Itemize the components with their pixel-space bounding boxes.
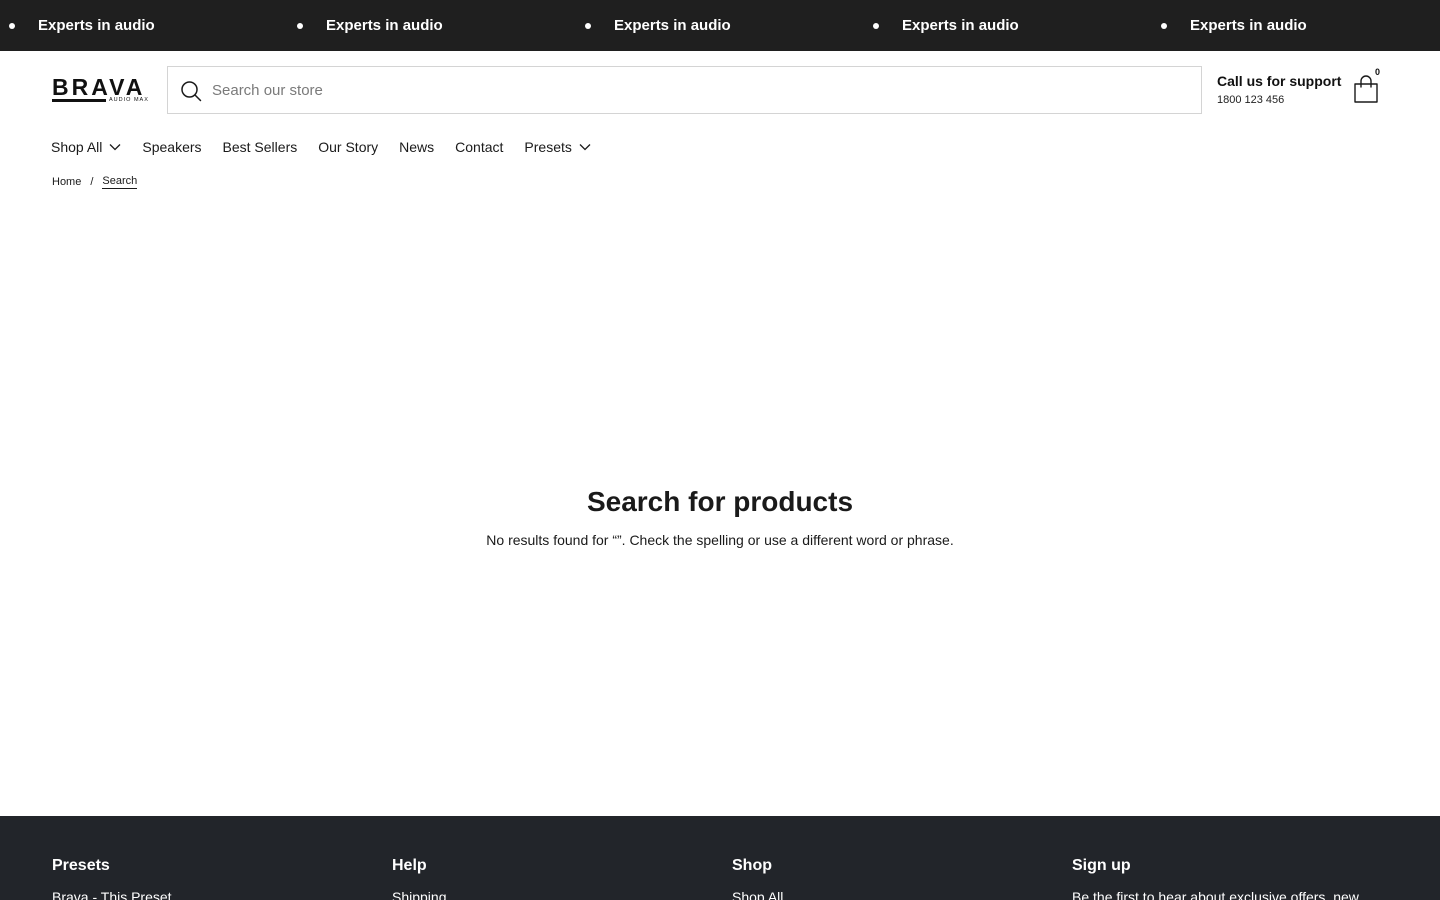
support-contact: Call us for support 1800 123 456 — [1217, 72, 1342, 108]
bullet-icon — [1161, 22, 1167, 29]
nav-item-label: Our Story — [318, 139, 379, 155]
nav-item-news[interactable]: News — [399, 139, 434, 155]
nav-item-label: Shop All — [51, 139, 103, 155]
footer-link[interactable]: Shipping — [392, 888, 712, 900]
nav-item-speakers[interactable]: Speakers — [142, 139, 201, 155]
chevron-down-icon — [109, 144, 121, 151]
announcement-item: Experts in audio — [873, 0, 1019, 51]
footer-link[interactable]: Brava - This Preset — [52, 888, 372, 900]
footer-link[interactable]: Shop All — [732, 888, 1052, 900]
announcement-text: Experts in audio — [1190, 17, 1307, 34]
footer-column-title: Presets — [52, 857, 110, 874]
page-title: Search for products — [586, 486, 854, 517]
breadcrumb-home-link[interactable]: Home — [52, 176, 81, 188]
nav-item-label: Contact — [455, 139, 504, 155]
footer-column-title: Sign up — [1072, 857, 1131, 874]
site-footer: Presets Brava - This Preset Help Shippin… — [0, 816, 1440, 900]
bullet-icon — [297, 22, 303, 29]
nav-item-presets[interactable]: Presets — [524, 139, 591, 155]
breadcrumb-separator: / — [90, 176, 94, 188]
search-input[interactable] — [212, 67, 1192, 113]
search-bar — [167, 66, 1202, 114]
brand-logo[interactable]: BRAVA AUDIO MAX — [52, 75, 152, 103]
logo-underline — [52, 99, 106, 102]
nav-item-contact[interactable]: Contact — [455, 139, 503, 155]
logo-wordmark: BRAVA — [52, 74, 146, 100]
logo-subtitle: AUDIO MAX — [109, 97, 149, 103]
footer-column-shop: Shop Shop All — [732, 856, 1052, 900]
nav-item-our-story[interactable]: Our Story — [318, 139, 378, 155]
nav-item-shop-all[interactable]: Shop All — [51, 139, 121, 155]
nav-item-best-sellers[interactable]: Best Sellers — [223, 139, 298, 155]
announcement-bar: Experts in audio Experts in audio Expert… — [0, 0, 1440, 51]
announcement-text: Experts in audio — [38, 17, 155, 34]
cart-count-badge: 0 — [1369, 63, 1386, 80]
nav-item-label: News — [399, 139, 435, 155]
bullet-icon — [873, 22, 879, 29]
announcement-text: Experts in audio — [614, 17, 731, 34]
support-title: Call us for support — [1217, 73, 1342, 89]
footer-column-title: Shop — [732, 857, 772, 874]
nav-item-label: Presets — [524, 139, 572, 155]
footer-column-title: Help — [392, 857, 427, 874]
announcement-item: Experts in audio — [585, 0, 731, 51]
breadcrumb-current[interactable]: Search — [102, 175, 138, 189]
chevron-down-icon — [579, 144, 591, 151]
announcement-text: Experts in audio — [902, 17, 1019, 34]
footer-column-help: Help Shipping — [392, 856, 712, 900]
announcement-item: Experts in audio — [9, 0, 155, 51]
footer-column-presets: Presets Brava - This Preset — [52, 856, 372, 900]
support-phone[interactable]: 1800 123 456 — [1217, 92, 1342, 108]
breadcrumb: Home / Search — [52, 175, 138, 189]
bullet-icon — [9, 22, 15, 29]
announcement-item: Experts in audio — [297, 0, 443, 51]
search-icon[interactable] — [180, 80, 202, 102]
bullet-icon — [585, 22, 591, 29]
nav-item-label: Speakers — [142, 139, 202, 155]
announcement-text: Experts in audio — [326, 17, 443, 34]
footer-column-signup: Sign up Be the first to hear about exclu… — [1072, 856, 1392, 900]
announcement-item: Experts in audio — [1161, 0, 1307, 51]
no-results-message: No results found for “”. Check the spell… — [486, 532, 954, 548]
footer-signup-text: Be the first to hear about exclusive off… — [1072, 889, 1359, 900]
nav-item-label: Best Sellers — [222, 139, 298, 155]
main-nav: Shop All Speakers Best Sellers Our Story… — [51, 133, 612, 161]
